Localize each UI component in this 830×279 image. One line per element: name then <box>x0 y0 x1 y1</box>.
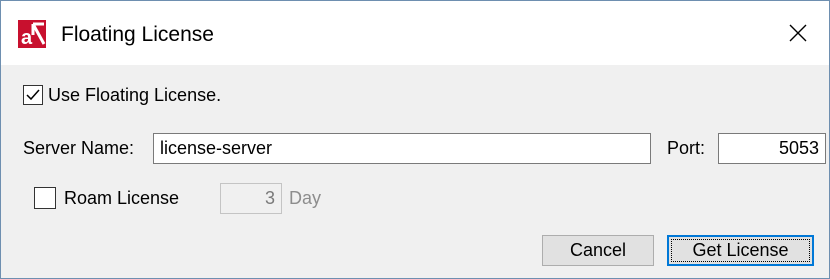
roam-days-input[interactable]: 3 <box>220 183 282 214</box>
roam-license-label[interactable]: Roam License <box>64 187 179 209</box>
floating-license-dialog: a Floating License Use Floating License.… <box>0 0 830 279</box>
get-license-button[interactable]: Get License <box>667 235 814 266</box>
close-button[interactable] <box>767 1 829 65</box>
roam-days-unit-label: Day <box>289 188 322 208</box>
app-logo-icon: a <box>18 20 46 48</box>
focus-ring <box>671 239 810 262</box>
close-icon <box>789 24 807 42</box>
use-floating-license-checkbox[interactable] <box>23 85 43 105</box>
window-title: Floating License <box>61 23 214 46</box>
svg-text:a: a <box>21 27 33 48</box>
port-input[interactable]: 5053 <box>718 133 826 164</box>
title-bar: a Floating License <box>1 1 829 65</box>
dialog-body: Use Floating License. Server Name: licen… <box>1 65 829 278</box>
roam-license-checkbox[interactable] <box>34 187 56 209</box>
cancel-button[interactable]: Cancel <box>542 235 654 266</box>
server-name-input[interactable]: license-server <box>153 133 651 164</box>
checkmark-icon <box>26 89 40 101</box>
port-label: Port: <box>667 138 706 158</box>
use-floating-license-label[interactable]: Use Floating License. <box>48 84 221 106</box>
server-name-label: Server Name: <box>23 138 135 158</box>
